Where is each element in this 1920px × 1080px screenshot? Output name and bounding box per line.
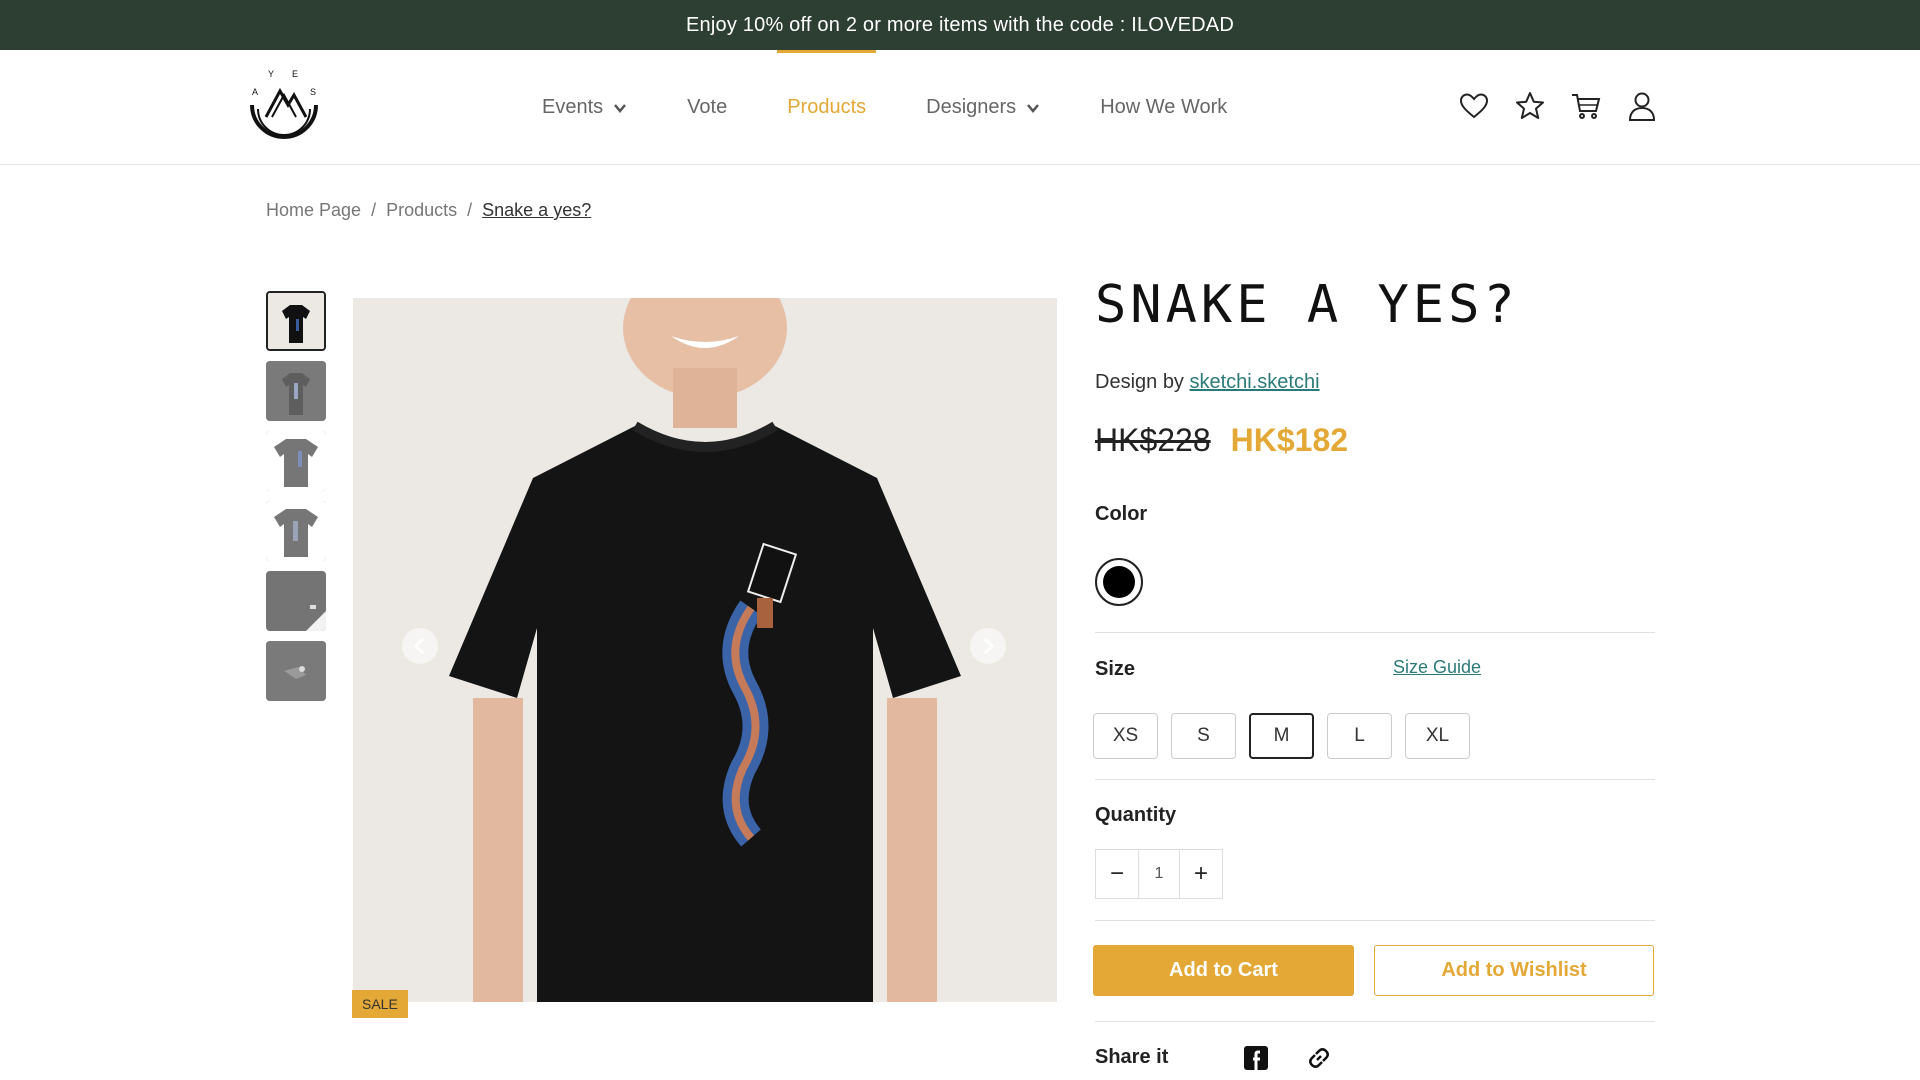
size-m-button[interactable]: M: [1249, 713, 1314, 759]
nav-vote[interactable]: Vote: [687, 50, 727, 165]
quantity-increase-button[interactable]: +: [1180, 850, 1222, 898]
design-by-label: Design by: [1095, 371, 1184, 393]
nav-events-label: Events: [542, 96, 604, 118]
size-l-button[interactable]: L: [1327, 713, 1392, 759]
add-to-wishlist-button[interactable]: Add to Wishlist: [1374, 945, 1654, 996]
svg-text:Y: Y: [268, 69, 274, 79]
breadcrumb-current[interactable]: Snake a yes?: [482, 200, 591, 221]
original-price: HK$228: [1095, 422, 1211, 458]
prev-image-arrow[interactable]: [402, 628, 438, 664]
divider: [1095, 779, 1655, 780]
design-by: Design by sketchi.sketchi: [1095, 371, 1320, 394]
breadcrumb: Home Page / Products / Snake a yes?: [266, 200, 591, 221]
ayes-logo[interactable]: A Y E S: [244, 65, 324, 145]
chevron-down-icon: [1027, 103, 1040, 113]
sale-badge: SALE: [352, 990, 408, 1018]
chevron-right-icon: [983, 637, 995, 655]
breadcrumb-home[interactable]: Home Page: [266, 200, 361, 221]
size-xs-button[interactable]: XS: [1093, 713, 1158, 759]
size-options: XS S M L XL: [1093, 713, 1470, 759]
thumbnail-3[interactable]: [266, 431, 326, 491]
chevron-down-icon: [614, 103, 627, 113]
promo-banner: Enjoy 10% off on 2 or more items with th…: [0, 0, 1920, 50]
size-s-button[interactable]: S: [1171, 713, 1236, 759]
promo-text: Enjoy 10% off on 2 or more items with th…: [686, 13, 1234, 36]
sale-price: HK$182: [1230, 422, 1349, 458]
quantity-stepper: − 1 +: [1095, 849, 1223, 899]
nav-how-we-work[interactable]: How We Work: [1100, 50, 1227, 165]
heart-icon[interactable]: [1458, 90, 1490, 122]
nav-designers-label: Designers: [926, 96, 1017, 118]
svg-text:A: A: [252, 87, 258, 97]
nav-products[interactable]: Products: [777, 50, 877, 165]
nav-products-label: Products: [787, 96, 867, 118]
product-title: SNAKE A YES?: [1095, 275, 1519, 335]
designer-link[interactable]: sketchi.sketchi: [1190, 371, 1320, 393]
thumbnail-5[interactable]: [266, 571, 326, 631]
svg-text:S: S: [310, 87, 316, 97]
color-label: Color: [1095, 503, 1148, 525]
nav-events[interactable]: Events: [542, 50, 627, 165]
nav-designers[interactable]: Designers: [926, 50, 1040, 165]
svg-text:E: E: [292, 69, 298, 79]
product-main-image: [353, 298, 1057, 1002]
divider: [1095, 920, 1655, 921]
next-image-arrow[interactable]: [970, 628, 1006, 664]
price-block: HK$228 HK$182: [1095, 422, 1348, 459]
thumbnail-6[interactable]: [266, 641, 326, 701]
size-xl-button[interactable]: XL: [1405, 713, 1470, 759]
size-guide-link[interactable]: Size Guide: [1393, 657, 1481, 678]
link-icon[interactable]: [1305, 1044, 1333, 1072]
quantity-label: Quantity: [1095, 804, 1177, 826]
star-icon[interactable]: [1514, 90, 1546, 122]
quantity-decrease-button[interactable]: −: [1096, 850, 1138, 898]
add-to-cart-button[interactable]: Add to Cart: [1093, 945, 1354, 996]
thumbnail-2[interactable]: [266, 361, 326, 421]
breadcrumb-separator: /: [371, 200, 377, 220]
thumbnail-1[interactable]: [266, 291, 326, 351]
color-swatch-black[interactable]: [1095, 558, 1143, 606]
facebook-icon[interactable]: [1242, 1044, 1270, 1072]
breadcrumb-products[interactable]: Products: [386, 200, 457, 221]
header-icons: [1458, 90, 1658, 122]
share-label: Share it: [1095, 1046, 1169, 1068]
cart-icon[interactable]: [1570, 90, 1602, 122]
divider: [1095, 1021, 1655, 1022]
chevron-left-icon: [413, 637, 425, 655]
divider: [1095, 632, 1655, 633]
breadcrumb-separator: /: [467, 200, 473, 220]
color-dot: [1103, 566, 1135, 598]
user-icon[interactable]: [1626, 90, 1658, 122]
thumbnail-strip: [266, 291, 326, 701]
nav-vote-label: Vote: [687, 96, 728, 118]
size-label: Size: [1095, 658, 1136, 680]
quantity-input[interactable]: 1: [1138, 850, 1180, 898]
thumbnail-4[interactable]: [266, 501, 326, 561]
nav-how-we-work-label: How We Work: [1100, 96, 1228, 118]
main-nav: Events Vote Products Designers How We Wo…: [542, 50, 1287, 165]
